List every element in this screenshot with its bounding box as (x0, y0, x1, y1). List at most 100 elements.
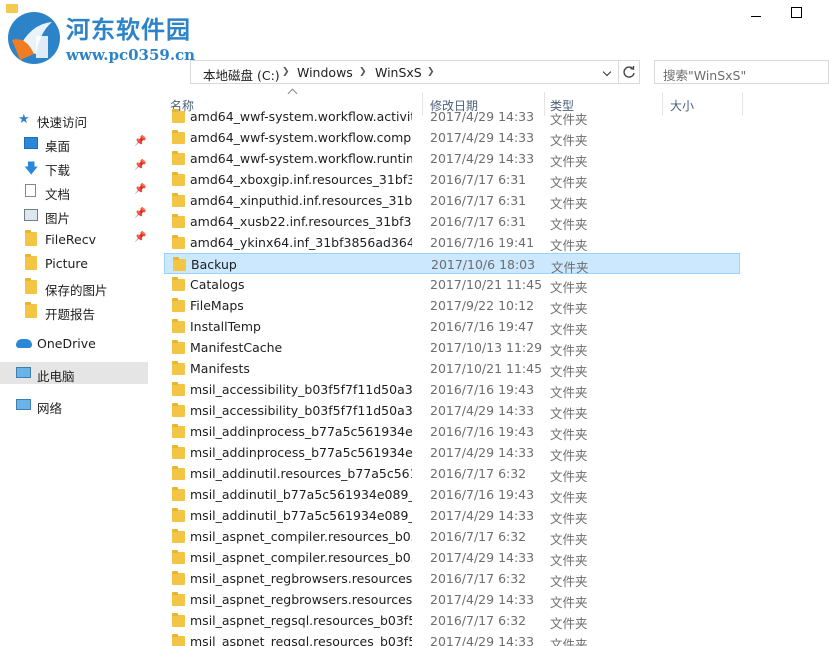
file-type: 文件夹 (550, 424, 588, 443)
file-row[interactable]: amd64_xinputhid.inf.resources_31bf3...20… (164, 190, 740, 211)
file-name: msil_aspnet_regsql.resources_b03f5f... (190, 634, 412, 646)
file-type: 文件夹 (550, 298, 588, 317)
file-row[interactable]: msil_accessibility_b03f5f7f11d50a3a_...2… (164, 379, 740, 400)
file-row[interactable]: Backup2017/10/6 18:03文件夹 (164, 253, 740, 274)
file-row[interactable]: amd64_wwf-system.workflow.runtime...2017… (164, 148, 740, 169)
watermark-title: 河东软件园 (66, 10, 191, 45)
search-input[interactable]: 搜索"WinSxS" (654, 60, 829, 84)
file-date: 2016/7/17 6:31 (430, 193, 526, 208)
file-row[interactable]: msil_accessibility_b03f5f7f11d50a3a_...2… (164, 400, 740, 421)
file-name: FileMaps (190, 298, 412, 313)
file-row[interactable]: msil_aspnet_regbrowsers.resources_... 201… (164, 589, 740, 610)
file-date: 2016/7/17 6:32 (430, 613, 526, 628)
file-name: amd64_ykinx64.inf_31bf3856ad364e3... (190, 235, 412, 250)
file-row[interactable]: amd64_xboxgip.inf.resources_31bf38...201… (164, 169, 740, 190)
desktop-icon (24, 137, 38, 149)
minimize-button[interactable] (748, 8, 764, 24)
pin-icon[interactable]: 📌 (134, 208, 146, 219)
file-row[interactable]: amd64_wwf-system.workflow.compo...2017/4… (164, 127, 740, 148)
nav-item-downloads[interactable]: 🡇 下载 📌 (0, 156, 148, 178)
file-row[interactable]: msil_aspnet_regbrowsers.resources_...201… (164, 568, 740, 589)
pin-icon[interactable]: 📌 (134, 184, 146, 195)
file-date: 2017/4/29 14:33 (430, 592, 534, 607)
nav-item-pictures[interactable]: 图片 📌 (0, 204, 148, 226)
folder-icon (172, 636, 185, 646)
file-row[interactable]: amd64_wwf-system.workflow.activities...2… (164, 106, 740, 127)
nav-item-documents[interactable]: 文档 📌 (0, 180, 148, 202)
folder-icon (172, 426, 185, 438)
file-row[interactable]: InstallTemp2016/7/16 19:47文件夹 (164, 316, 740, 337)
file-row[interactable]: msil_aspnet_regsql.resources_b03f5f...20… (164, 610, 740, 631)
file-type: 文件夹 (550, 466, 588, 485)
breadcrumb-separator-icon[interactable]: ❯ (282, 67, 290, 77)
nav-item-label: 桌面 (45, 136, 70, 155)
folder-icon (172, 615, 185, 627)
file-row[interactable]: msil_aspnet_compiler.resources_b03f...20… (164, 547, 740, 568)
nav-item-saved-pictures[interactable]: 保存的图片 (0, 276, 148, 298)
file-row[interactable]: msil_aspnet_compiler.resources_b03f...20… (164, 526, 740, 547)
sort-ascending-icon (288, 89, 298, 99)
file-date: 2016/7/16 19:43 (430, 487, 534, 502)
nav-item-label: Picture (45, 256, 88, 271)
refresh-button[interactable] (618, 60, 640, 84)
file-row[interactable]: msil_addinprocess_b77a5c561934e08...2017… (164, 442, 740, 463)
nav-item-proposal[interactable]: 开题报告 (0, 300, 148, 322)
pin-icon[interactable]: 📌 (134, 160, 146, 171)
nav-item-desktop[interactable]: 桌面 📌 (0, 132, 148, 154)
nav-item-picture[interactable]: Picture (0, 252, 148, 274)
file-name: msil_addinutil_b77a5c561934e089_10... (190, 508, 412, 523)
file-row[interactable]: Catalogs2017/10/21 11:45文件夹 (164, 274, 740, 295)
folder-icon (172, 489, 185, 501)
nav-item-filerecv[interactable]: FileRecv 📌 (0, 228, 148, 250)
address-history-dropdown[interactable] (600, 60, 618, 84)
download-icon: 🡇 (24, 158, 38, 170)
file-type: 文件夹 (550, 235, 588, 254)
network-icon (16, 399, 31, 410)
file-type: 文件夹 (550, 340, 588, 359)
file-row[interactable]: Manifests2017/10/21 11:45文件夹 (164, 358, 740, 379)
file-row[interactable]: msil_addinutil_b77a5c561934e089_4.0...20… (164, 484, 740, 505)
file-date: 2017/4/29 14:33 (430, 634, 534, 646)
pictures-icon (24, 209, 38, 221)
file-type: 文件夹 (550, 634, 588, 646)
documents-icon (25, 184, 36, 197)
breadcrumb-separator-icon[interactable]: ❯ (427, 67, 435, 77)
breadcrumb-local-disk[interactable]: 本地磁盘 (C:) (203, 65, 280, 84)
folder-icon (25, 256, 37, 270)
file-type: 文件夹 (550, 571, 588, 590)
file-row[interactable]: msil_addinutil_b77a5c561934e089_10... 201… (164, 505, 740, 526)
folder-icon (172, 510, 185, 522)
breadcrumb-windows[interactable]: Windows (297, 65, 353, 80)
column-divider[interactable] (742, 92, 743, 116)
file-row[interactable]: amd64_ykinx64.inf_31bf3856ad364e3...2016… (164, 232, 740, 253)
file-row[interactable]: msil_addinutil.resources_b77a5c5619...20… (164, 463, 740, 484)
folder-icon (172, 132, 185, 144)
file-row[interactable]: amd64_xusb22.inf.resources_31bf385...201… (164, 211, 740, 232)
file-type: 文件夹 (550, 361, 588, 380)
file-name: msil_addinprocess_b77a5c561934e08... (190, 424, 412, 439)
file-row[interactable]: msil_aspnet_regsql.resources_b03f5f... 20… (164, 631, 740, 646)
pin-icon[interactable]: 📌 (134, 136, 146, 147)
nav-network[interactable]: 网络 (0, 394, 148, 416)
pin-icon[interactable]: 📌 (134, 232, 146, 243)
file-name: msil_aspnet_regbrowsers.resources_... (190, 592, 412, 607)
watermark-logo-icon (6, 10, 62, 66)
nav-onedrive-label: OneDrive (37, 336, 96, 351)
folder-icon (172, 342, 185, 354)
breadcrumb-separator-icon[interactable]: ❯ (359, 67, 367, 77)
nav-quick-access[interactable]: ★ 快速访问 (0, 108, 148, 130)
file-date: 2017/4/29 14:33 (430, 508, 534, 523)
file-date: 2017/9/22 10:12 (430, 298, 534, 313)
file-list[interactable]: 名称 修改日期 类型 大小 amd64_wwf-system.workflow.… (164, 88, 829, 646)
maximize-button[interactable] (790, 6, 802, 18)
file-row[interactable]: FileMaps 2017/9/22 10:12 文件夹 (164, 295, 740, 316)
folder-icon (172, 405, 185, 417)
file-date: 2017/4/29 14:33 (430, 151, 534, 166)
breadcrumb-winsxs[interactable]: WinSxS (375, 65, 422, 80)
folder-icon (172, 153, 185, 165)
address-bar[interactable]: 本地磁盘 (C:) ❯ Windows ❯ WinSxS ❯ (190, 60, 617, 84)
nav-onedrive[interactable]: OneDrive (0, 332, 148, 354)
file-row[interactable]: msil_addinprocess_b77a5c561934e08...2016… (164, 421, 740, 442)
file-row[interactable]: ManifestCache2017/10/13 11:29文件夹 (164, 337, 740, 358)
nav-this-pc[interactable]: 此电脑 (0, 362, 148, 384)
